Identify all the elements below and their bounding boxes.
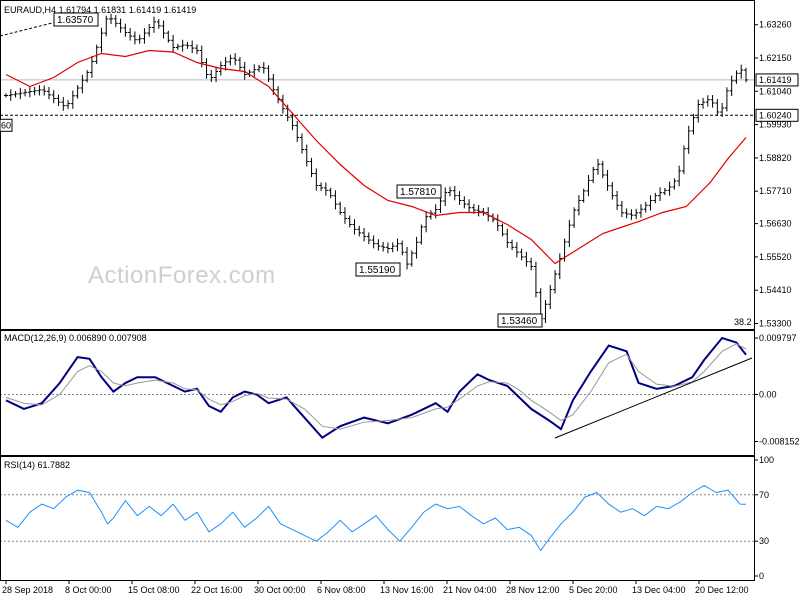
pane-frame	[0, 330, 755, 456]
y-tick-label: 1.57710	[759, 186, 792, 196]
x-tick-label: 5 Dec 20:00	[569, 585, 618, 595]
annotation-label: 1.57810	[400, 187, 437, 198]
y-tick-label: 1.61040	[759, 86, 792, 96]
y-tick-label: 0.009797	[759, 333, 797, 343]
y-tick-label: 1.58820	[759, 153, 792, 163]
y-tick-label: 70	[759, 490, 769, 500]
chart-canvas: 1.63570 1.55190 1.57810 1.53460 1.63260 1.62…	[0, 0, 800, 595]
price-title: EURAUD,H4 1.61794 1.61831 1.61419 1.6141…	[4, 5, 197, 15]
x-tick-label: 8 Oct 00:00	[65, 585, 112, 595]
macd-signal-line	[5, 343, 747, 430]
y-tick-label: 1.53300	[759, 319, 792, 329]
x-tick-label: 22 Oct 16:00	[191, 585, 243, 595]
symbol-label: EURAUD	[4, 5, 43, 15]
annotation-label: 1.55190	[359, 265, 396, 276]
y-tick-label: 1.63260	[759, 20, 792, 30]
axes-frame	[0, 0, 755, 581]
ohlc-close: 1.61419	[163, 5, 197, 15]
y-tick-label: 1.56630	[759, 219, 792, 229]
macd-title: MACD(12,26,9) 0.006890 0.007908	[4, 333, 147, 343]
moving-average-line	[5, 49, 747, 265]
y-tick-label: 30	[759, 536, 769, 546]
x-tick-label: 21 Nov 04:00	[443, 585, 497, 595]
annotation-label: 1.53460	[501, 316, 538, 327]
fib-label: 38.2	[734, 317, 752, 327]
x-tick-label: 13 Dec 04:00	[632, 585, 686, 595]
level-tag: 1.60240	[759, 110, 792, 120]
y-tick-label: 100	[759, 455, 774, 465]
y-tick-label: 1.54410	[759, 285, 792, 295]
ohlc-open: 1.61794	[58, 5, 92, 15]
macd-line	[5, 336, 747, 440]
ohlc-high: 1.61831	[93, 5, 127, 15]
x-tick-label: 15 Oct 08:00	[128, 585, 180, 595]
ohlc-low: 1.61419	[128, 5, 162, 15]
timeframe-label: H4	[44, 5, 57, 15]
price-grid	[0, 19, 754, 116]
left-level-label: 60	[1, 120, 11, 130]
y-tick-label: 1.55520	[759, 252, 792, 262]
y-tick-label: 0	[759, 571, 764, 581]
x-tick-label: 20 Dec 12:00	[695, 585, 749, 595]
x-tick-label: 13 Nov 16:00	[380, 585, 434, 595]
x-tick-label: 30 Oct 00:00	[254, 585, 306, 595]
x-tick-label: 28 Sep 2018	[2, 585, 53, 595]
x-tick-label: 28 Nov 12:00	[506, 585, 560, 595]
rsi-title: RSI(14) 61.7882	[4, 460, 71, 470]
annotation-label: 1.63570	[57, 15, 94, 26]
y-tick-label: 0.00	[759, 390, 777, 400]
x-tick-label: 6 Nov 08:00	[317, 585, 366, 595]
current-price-tag: 1.61419	[759, 75, 792, 85]
watermark: ActionForex.com	[88, 262, 276, 289]
y-tick-label: -0.008152	[759, 437, 800, 447]
y-tick-label: 1.62150	[759, 53, 792, 63]
macd-trendline	[554, 357, 753, 439]
